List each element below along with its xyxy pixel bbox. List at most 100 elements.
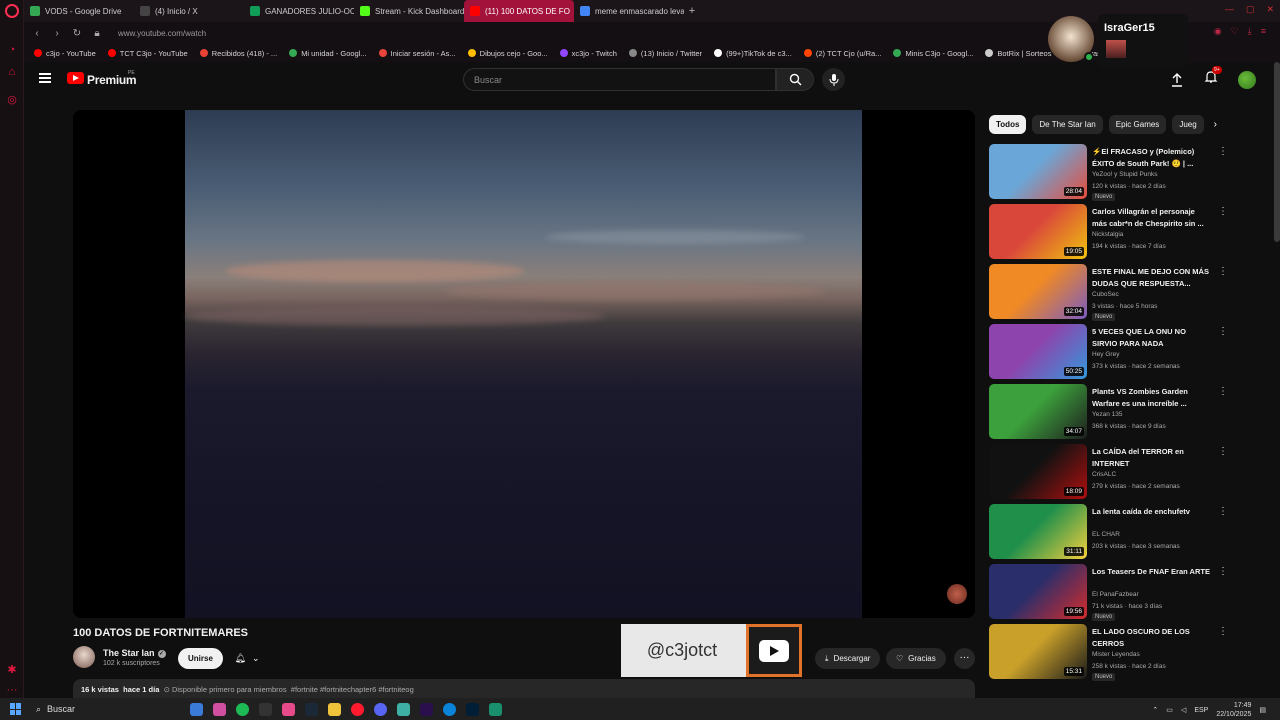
app-icon[interactable] [259, 702, 272, 716]
clock[interactable]: 17:49 22/10/2025 [1216, 701, 1251, 719]
recommended-title[interactable]: La lenta caída de enchufetv [1092, 506, 1210, 518]
app-icon[interactable] [282, 702, 295, 716]
filter-chip[interactable]: Jueg [1172, 115, 1204, 134]
filter-chip[interactable]: De The Star Ian [1032, 115, 1103, 134]
recommended-title[interactable]: Los Teasers De FNAF Eran ARTE [1092, 566, 1210, 578]
taskbar-search[interactable]: ⌕ Buscar [36, 704, 176, 715]
opera-logo-icon[interactable] [5, 4, 19, 18]
edge-icon[interactable] [443, 702, 456, 716]
forward-icon[interactable]: › [50, 28, 64, 39]
channel-watermark-icon[interactable] [947, 584, 967, 604]
video-frame[interactable] [185, 110, 862, 618]
page-scrollbar[interactable] [1274, 62, 1280, 242]
copilot-icon[interactable] [190, 702, 203, 716]
browser-tab[interactable]: Stream - Kick Dashboard [354, 0, 464, 22]
bookmark-item[interactable]: TCT C3jo - YouTube [104, 49, 192, 58]
video-thumbnail[interactable]: 19:05 [989, 204, 1087, 259]
filter-chip[interactable]: Epic Games [1108, 115, 1167, 134]
kebab-menu-icon[interactable]: ⋮ [1218, 566, 1228, 577]
bookmark-item[interactable]: Iniciar sesión - As... [375, 49, 460, 58]
notifications-button[interactable]: 9+ [1204, 66, 1222, 89]
recommended-channel[interactable]: EL CHAR [1092, 531, 1120, 538]
recommended-channel[interactable]: CuboSec [1092, 291, 1119, 298]
video-thumbnail[interactable]: 15:31 [989, 624, 1087, 679]
hashtags[interactable]: #fortnite #fortnitechapter6 #fortniteog [291, 685, 414, 694]
back-icon[interactable]: ‹ [30, 28, 44, 39]
discord-icon[interactable] [374, 702, 387, 716]
bookmark-item[interactable]: BotRix | Sorteos [981, 49, 1055, 58]
filter-chip[interactable]: Todos [989, 115, 1027, 134]
network-icon[interactable]: ▭ [1166, 706, 1173, 714]
bookmark-item[interactable]: Minis C3jo - Googl... [889, 49, 977, 58]
recommended-video[interactable]: 18:09 La CAÍDA del TERROR en INTERNET Cris… [989, 444, 1229, 504]
bookmark-item[interactable]: xc3jo - Twitch [556, 49, 621, 58]
menu-icon[interactable]: ≡ [1261, 26, 1266, 37]
history-icon[interactable]: ◔ [6, 44, 18, 56]
voice-search-button[interactable] [822, 68, 845, 91]
kebab-menu-icon[interactable]: ⋮ [1218, 326, 1228, 337]
close-icon[interactable]: ✕ [1266, 4, 1274, 15]
download-icon[interactable]: ⤓ [1248, 26, 1252, 37]
recommended-title[interactable]: La CAÍDA del TERROR en INTERNET [1092, 446, 1210, 469]
notifications-icon[interactable]: ▤ [1259, 706, 1266, 714]
video-thumbnail[interactable]: 31:11 [989, 504, 1087, 559]
heart-icon[interactable]: ♡ [1231, 26, 1239, 37]
video-player[interactable] [73, 110, 975, 618]
youtube-logo-icon[interactable] [67, 72, 84, 84]
channel-avatar[interactable] [73, 646, 95, 668]
join-button[interactable]: Unirse [178, 648, 223, 669]
chevron-up-icon[interactable]: ⌃ [1152, 706, 1158, 714]
bookmark-item[interactable]: Mi unidad - Googl... [285, 49, 370, 58]
user-avatar[interactable] [1238, 70, 1256, 89]
maximize-icon[interactable]: ▢ [1246, 4, 1255, 15]
recommended-channel[interactable]: Mister Leyendas [1092, 651, 1140, 658]
file-explorer-icon[interactable] [328, 702, 341, 716]
kebab-menu-icon[interactable]: ⋮ [1218, 386, 1228, 397]
whatsapp-icon[interactable]: ◎ [6, 94, 18, 106]
recommended-title[interactable]: ESTE FINAL ME DEJO CON MÁS DUDAS QUE RES… [1092, 266, 1210, 289]
kebab-menu-icon[interactable]: ⋮ [1218, 506, 1228, 517]
subscription-bell-button[interactable]: 🔔︎ ⌄ [227, 648, 267, 669]
hamburger-menu-icon[interactable] [39, 73, 51, 83]
browser-tab[interactable]: (4) Inicio / X [134, 0, 244, 22]
recommended-video[interactable]: 50:25 5 VECES QUE LA ONU NO SIRVIO PARA N… [989, 324, 1229, 384]
app-icon[interactable] [489, 702, 502, 716]
browser-tab[interactable]: VODS - Google Drive [24, 0, 134, 22]
premiere-icon[interactable] [420, 702, 433, 716]
recommended-video[interactable]: 19:56 Los Teasers De FNAF Eran ARTE El Pan… [989, 564, 1229, 624]
video-thumbnail[interactable]: 50:25 [989, 324, 1087, 379]
kebab-menu-icon[interactable]: ⋮ [1218, 266, 1228, 277]
pinboard-icon[interactable]: ⌂ [6, 66, 18, 78]
recommended-video[interactable]: 28:04 ⚡El FRACASO y (Polemico) ÉXITO de S… [989, 144, 1229, 204]
recommended-video[interactable]: 32:04 ESTE FINAL ME DEJO CON MÁS DUDAS QU… [989, 264, 1229, 324]
kebab-menu-icon[interactable]: ⋮ [1218, 146, 1228, 157]
minimize-icon[interactable]: — [1225, 4, 1234, 15]
upload-icon[interactable] [1170, 72, 1184, 87]
search-input[interactable]: Buscar [463, 68, 776, 91]
bookmark-item[interactable]: c3jo - YouTube [30, 49, 100, 58]
recommended-video[interactable]: 19:05 Carlos Villagrán el personaje más c… [989, 204, 1229, 264]
photos-icon[interactable] [213, 702, 226, 716]
recommended-title[interactable]: Plants VS Zombies Garden Warfare es una … [1092, 386, 1210, 409]
recommended-video[interactable]: 15:31 EL LADO OSCURO DE LOS CERROS Mister … [989, 624, 1229, 684]
recommended-video[interactable]: 34:07 Plants VS Zombies Garden Warfare es… [989, 384, 1229, 444]
bookmark-item[interactable]: Recibidos (418) - ... [196, 49, 281, 58]
app-icon[interactable] [397, 702, 410, 716]
more-actions-button[interactable]: ··· [954, 648, 975, 669]
bookmark-item[interactable]: Dibujos cejo - Goo... [464, 49, 552, 58]
video-thumbnail[interactable]: 18:09 [989, 444, 1087, 499]
description-box[interactable]: 16 k vistas hace 1 día ⊙ Disponible prim… [73, 679, 975, 699]
recommended-channel[interactable]: El PanaFazbear [1092, 591, 1139, 598]
thanks-button[interactable]: ♡ Gracias [886, 648, 946, 669]
video-thumbnail[interactable]: 28:04 [989, 144, 1087, 199]
bookmark-item[interactable]: (2) TCT Cjo (u/Ra... [800, 49, 886, 58]
recommended-channel[interactable]: Nickstalgia [1092, 231, 1123, 238]
search-button[interactable] [776, 68, 814, 91]
download-button[interactable]: ⤓ Descargar [815, 648, 881, 669]
kebab-menu-icon[interactable]: ⋮ [1218, 206, 1228, 217]
photoshop-icon[interactable] [466, 702, 479, 716]
language-indicator[interactable]: ESP [1194, 707, 1208, 714]
recommended-title[interactable]: EL LADO OSCURO DE LOS CERROS [1092, 626, 1210, 649]
spotify-icon[interactable] [236, 702, 249, 716]
video-thumbnail[interactable]: 34:07 [989, 384, 1087, 439]
